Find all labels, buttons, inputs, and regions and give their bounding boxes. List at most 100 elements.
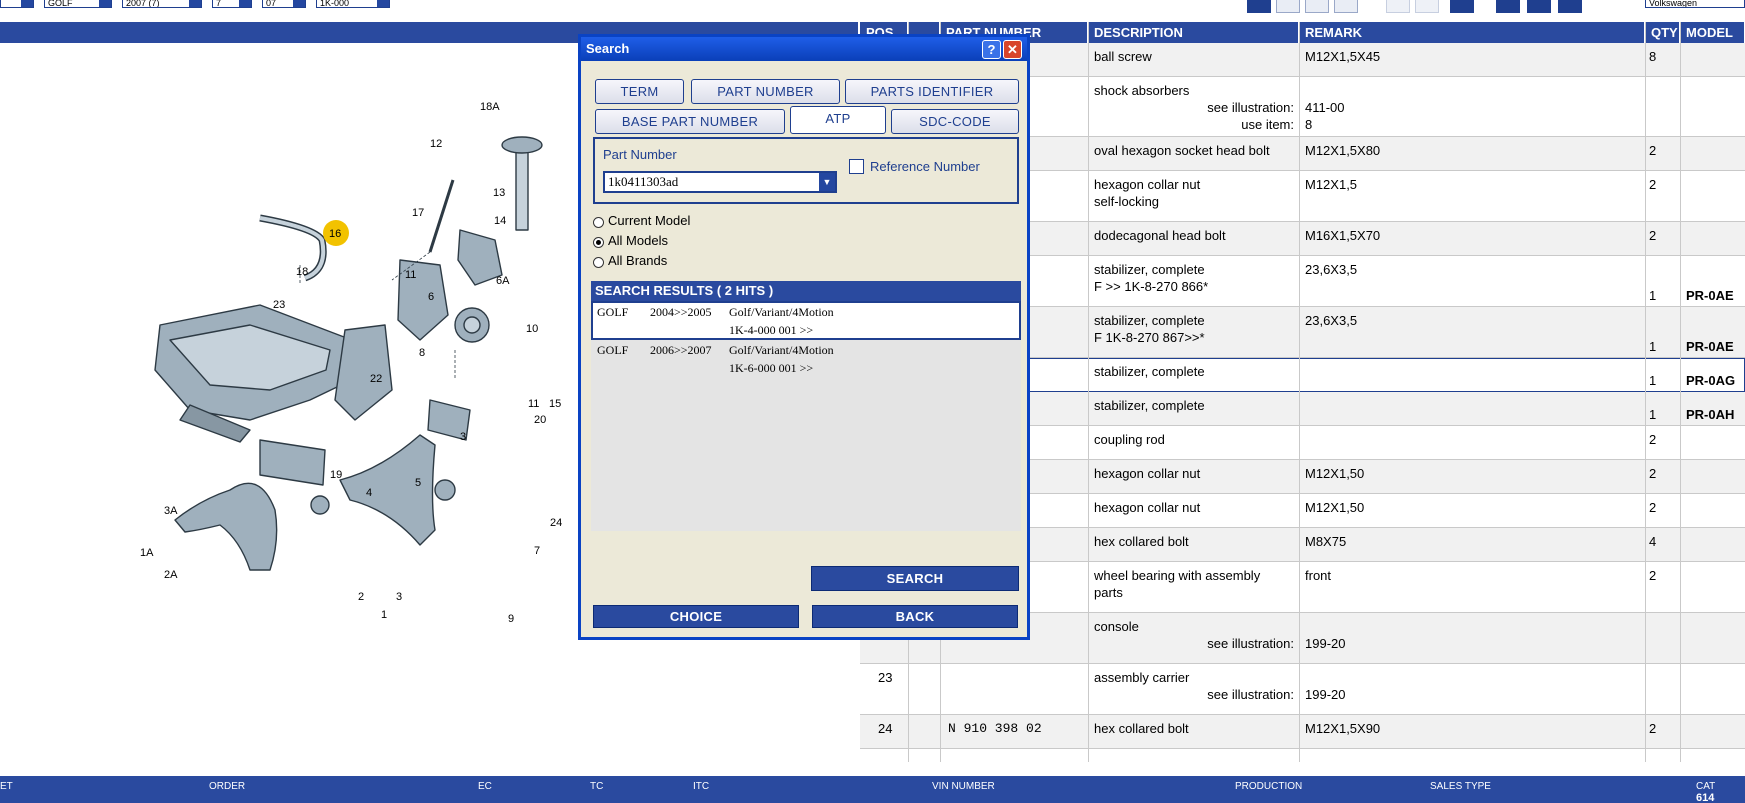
model-field[interactable]: GOLF <box>44 0 112 8</box>
chevron-down-icon[interactable]: ▼ <box>819 173 835 191</box>
status-order: ORDER <box>209 781 246 792</box>
status-tc: TC <box>590 781 604 792</box>
close-button[interactable]: ✕ <box>1003 40 1022 59</box>
svg-text:12: 12 <box>430 138 442 150</box>
catalog-field[interactable] <box>0 0 34 8</box>
radio-current-model[interactable] <box>593 217 604 228</box>
cell-remark: M12X1,5X90 <box>1305 721 1381 736</box>
tab-sdc-code[interactable]: SDC-CODE <box>891 109 1019 134</box>
svg-text:8: 8 <box>419 347 425 359</box>
part-number-input[interactable]: 1k0411303ad ▼ <box>603 171 837 193</box>
column-divider <box>1299 22 1300 762</box>
status-itc: ITC <box>693 781 710 792</box>
cell-desc: see illustration: <box>1207 100 1294 115</box>
table-row[interactable]: 24 N 910 398 02 hex collared bolt M12X1,5X9… <box>860 715 1745 749</box>
cell-desc: stabilizer, complete <box>1094 398 1205 413</box>
all-models-label: All Models <box>608 233 668 248</box>
cell-remark: 23,6X3,5 <box>1305 262 1358 277</box>
col-header-description[interactable]: DESCRIPTION <box>1088 22 1299 43</box>
result-years: 2004>>2005 <box>650 305 712 319</box>
cell-desc: coupling rod <box>1094 432 1165 447</box>
cart-icon[interactable] <box>1450 0 1474 13</box>
table-row[interactable]: 23 assembly carrier see illustration: 199-2… <box>860 664 1745 715</box>
svg-text:17: 17 <box>412 207 424 219</box>
status-cat: CAT <box>1696 781 1716 792</box>
radio-all-brands[interactable] <box>593 257 604 268</box>
cell-desc: hex collared bolt <box>1094 534 1189 549</box>
first-page-icon[interactable] <box>1496 0 1520 13</box>
exploded-view-illustration[interactable]: 18A 12 17 17 13 14 6A 18 11 6 10 23 8 22… <box>130 100 590 640</box>
cell-desc: hexagon collar nut <box>1094 177 1201 192</box>
cell-desc: dodecagonal head bolt <box>1094 228 1226 243</box>
reference-number-checkbox[interactable] <box>849 159 864 174</box>
search-dialog: Search ? ✕ TERM PART NUMBER PARTS IDENTI… <box>578 34 1030 640</box>
list-icon[interactable] <box>1334 0 1358 13</box>
search-results-list: GOLF 2004>>2005 Golf/Variant/4Motion 1K-… <box>591 301 1021 531</box>
cell-desc: console <box>1094 619 1139 634</box>
cell-desc: hexagon collar nut <box>1094 500 1201 515</box>
svg-text:1: 1 <box>381 609 387 621</box>
svg-text:3: 3 <box>396 591 402 603</box>
bicycle-icon[interactable] <box>1305 0 1329 13</box>
cell-qty: 2 <box>1649 432 1657 447</box>
result-row[interactable]: GOLF 2004>>2005 Golf/Variant/4Motion 1K-… <box>591 301 1021 340</box>
col-header-model[interactable]: MODEL <box>1680 22 1745 43</box>
cell-remark: M16X1,5X70 <box>1305 228 1381 243</box>
column-divider <box>1680 22 1681 762</box>
svg-text:11: 11 <box>405 269 416 281</box>
sub-group-field[interactable]: 07 <box>262 0 306 8</box>
cell-desc: assembly carrier <box>1094 670 1190 685</box>
illustration-field[interactable]: 1K-000 <box>316 0 390 8</box>
svg-text:1A: 1A <box>140 547 154 559</box>
back-button[interactable]: BACK <box>812 605 1018 628</box>
result-variant: Golf/Variant/4Motion <box>729 305 834 319</box>
svg-text:4: 4 <box>366 487 372 499</box>
help-button[interactable]: ? <box>982 40 1001 59</box>
dialog-title: Search <box>586 41 630 56</box>
cell-desc: shock absorbers <box>1094 83 1190 98</box>
col-header-remark[interactable]: REMARK <box>1299 22 1645 43</box>
result-row[interactable]: GOLF 2006>>2007 Golf/Variant/4Motion 1K-… <box>591 341 1021 380</box>
main-group-field[interactable]: 7 <box>212 0 252 8</box>
tab-atp[interactable]: ATP <box>790 106 886 134</box>
search-button[interactable]: SEARCH <box>811 566 1019 591</box>
svg-text:3: 3 <box>460 431 466 443</box>
highlighted-callout-16[interactable]: 16 <box>323 220 349 246</box>
svg-text:3A: 3A <box>164 505 178 517</box>
copy-icon[interactable] <box>1386 0 1410 13</box>
cell-qty: 8 <box>1649 49 1657 64</box>
key-icon[interactable] <box>1276 0 1300 13</box>
year-field[interactable]: 2007 (7) <box>122 0 202 8</box>
brand-field[interactable]: Volkswagen <box>1645 0 1745 8</box>
cell-qty: 1 <box>1649 373 1657 388</box>
svg-text:18: 18 <box>296 266 308 278</box>
svg-text:22: 22 <box>370 373 382 385</box>
tab-parts-identifier[interactable]: PARTS IDENTIFIER <box>845 79 1019 104</box>
part-number-group: Part Number 1k0411303ad ▼ Reference Numb… <box>593 137 1019 204</box>
cell-remark: 23,6X3,5 <box>1305 313 1358 328</box>
tab-part-number[interactable]: PART NUMBER <box>691 79 840 104</box>
cell-qty: 2 <box>1649 177 1657 192</box>
col-header-qty[interactable]: QTY <box>1645 22 1680 43</box>
back-arrow-icon[interactable] <box>1558 0 1582 13</box>
part-number-label: Part Number <box>603 147 677 162</box>
radio-all-models[interactable] <box>593 237 604 248</box>
svg-text:2A: 2A <box>164 569 178 581</box>
column-divider <box>1088 22 1089 762</box>
all-brands-label: All Brands <box>608 253 668 268</box>
dialog-title-bar[interactable]: Search ? ✕ <box>581 37 1027 61</box>
status-cat-value: 614 <box>1696 792 1715 803</box>
svg-text:9: 9 <box>508 613 514 625</box>
tab-base-part-number[interactable]: BASE PART NUMBER <box>595 109 785 134</box>
network-icon[interactable] <box>1415 0 1439 13</box>
choice-button[interactable]: CHOICE <box>593 605 799 628</box>
previous-page-icon[interactable] <box>1527 0 1551 13</box>
cell-qty: 4 <box>1649 534 1657 549</box>
cell-qty: 2 <box>1649 568 1657 583</box>
svg-text:7: 7 <box>534 545 540 557</box>
tab-term[interactable]: TERM <box>595 79 684 104</box>
document-icon[interactable] <box>1247 0 1271 13</box>
svg-text:24: 24 <box>550 517 562 529</box>
cell-remark: front <box>1305 568 1332 583</box>
cell-pos: 24 <box>878 721 893 736</box>
